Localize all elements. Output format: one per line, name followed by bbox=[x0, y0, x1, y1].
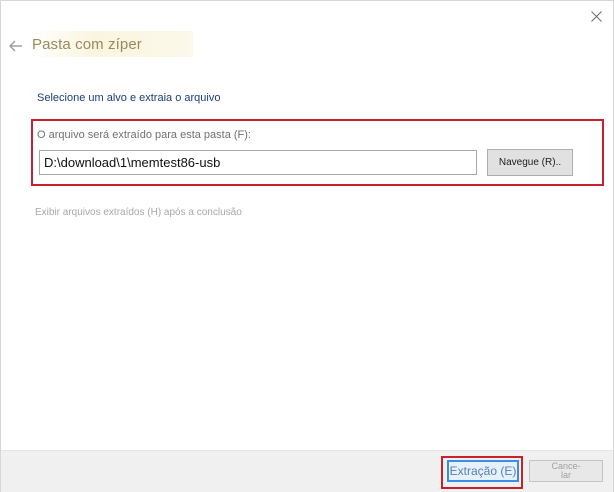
destination-path-input[interactable] bbox=[39, 150, 477, 175]
browse-button[interactable]: Navegue (R).. bbox=[487, 149, 573, 176]
cancel-button-label: Cance- lar bbox=[551, 461, 581, 480]
extract-button[interactable]: Extração (E) bbox=[447, 460, 519, 482]
show-extracted-files-option[interactable]: Exibir arquivos extraídos (H) após a con… bbox=[35, 207, 242, 218]
back-arrow-icon bbox=[9, 40, 22, 52]
destination-path-label: O arquivo será extraído para esta pasta … bbox=[37, 129, 251, 141]
close-icon bbox=[590, 10, 602, 22]
cancel-button[interactable]: Cance- lar bbox=[529, 460, 603, 482]
extract-zip-dialog: Pasta com zíper Selecione um alvo e extr… bbox=[0, 0, 614, 492]
dialog-title: Pasta com zíper bbox=[32, 36, 142, 53]
instruction-text: Selecione um alvo e extraia o arquivo bbox=[37, 92, 221, 104]
back-button[interactable] bbox=[7, 37, 25, 55]
close-button[interactable] bbox=[585, 5, 607, 27]
